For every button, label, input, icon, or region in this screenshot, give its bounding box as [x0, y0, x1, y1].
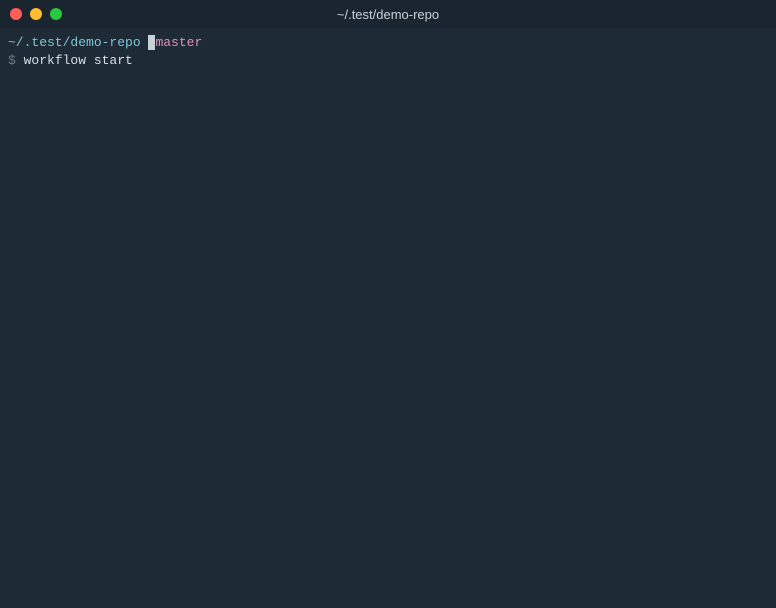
git-branch-indicator: master	[148, 34, 202, 52]
prompt-line: ~/.test/demo-repo master	[8, 34, 768, 52]
cursor-icon	[148, 35, 155, 50]
command-line: $ workflow start	[8, 52, 768, 70]
titlebar: ~/.test/demo-repo	[0, 0, 776, 28]
terminal-content[interactable]: ~/.test/demo-repo master $ workflow star…	[0, 28, 776, 608]
prompt-symbol: $	[8, 52, 24, 70]
close-icon[interactable]	[10, 8, 22, 20]
terminal-window: ~/.test/demo-repo ~/.test/demo-repo mast…	[0, 0, 776, 608]
git-branch-name: master	[155, 35, 202, 50]
window-title: ~/.test/demo-repo	[337, 7, 439, 22]
maximize-icon[interactable]	[50, 8, 62, 20]
traffic-lights	[10, 8, 62, 20]
minimize-icon[interactable]	[30, 8, 42, 20]
cwd-path: ~/.test/demo-repo	[8, 34, 141, 52]
command-text: workflow start	[24, 52, 133, 70]
